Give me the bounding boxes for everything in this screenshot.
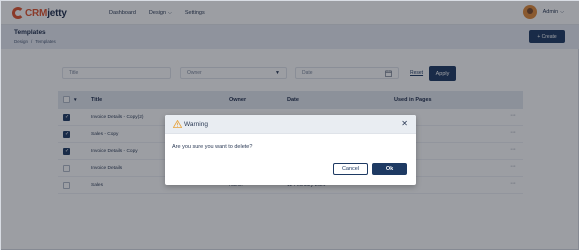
ok-button[interactable]: Ok [372,163,407,175]
dialog-message: Are you sure you want to delete? [172,144,253,150]
cancel-button[interactable]: Cancel [333,163,368,175]
warning-dialog: Warning ✕ Are you sure you want to delet… [165,115,416,185]
app-frame: CRMjetty Dashboard Design ⌵ Settings Admi… [0,0,579,250]
close-icon[interactable]: ✕ [401,119,408,128]
dialog-header: Warning ✕ [165,115,416,134]
dialog-title: Warning [184,121,208,128]
warning-icon [173,120,182,128]
